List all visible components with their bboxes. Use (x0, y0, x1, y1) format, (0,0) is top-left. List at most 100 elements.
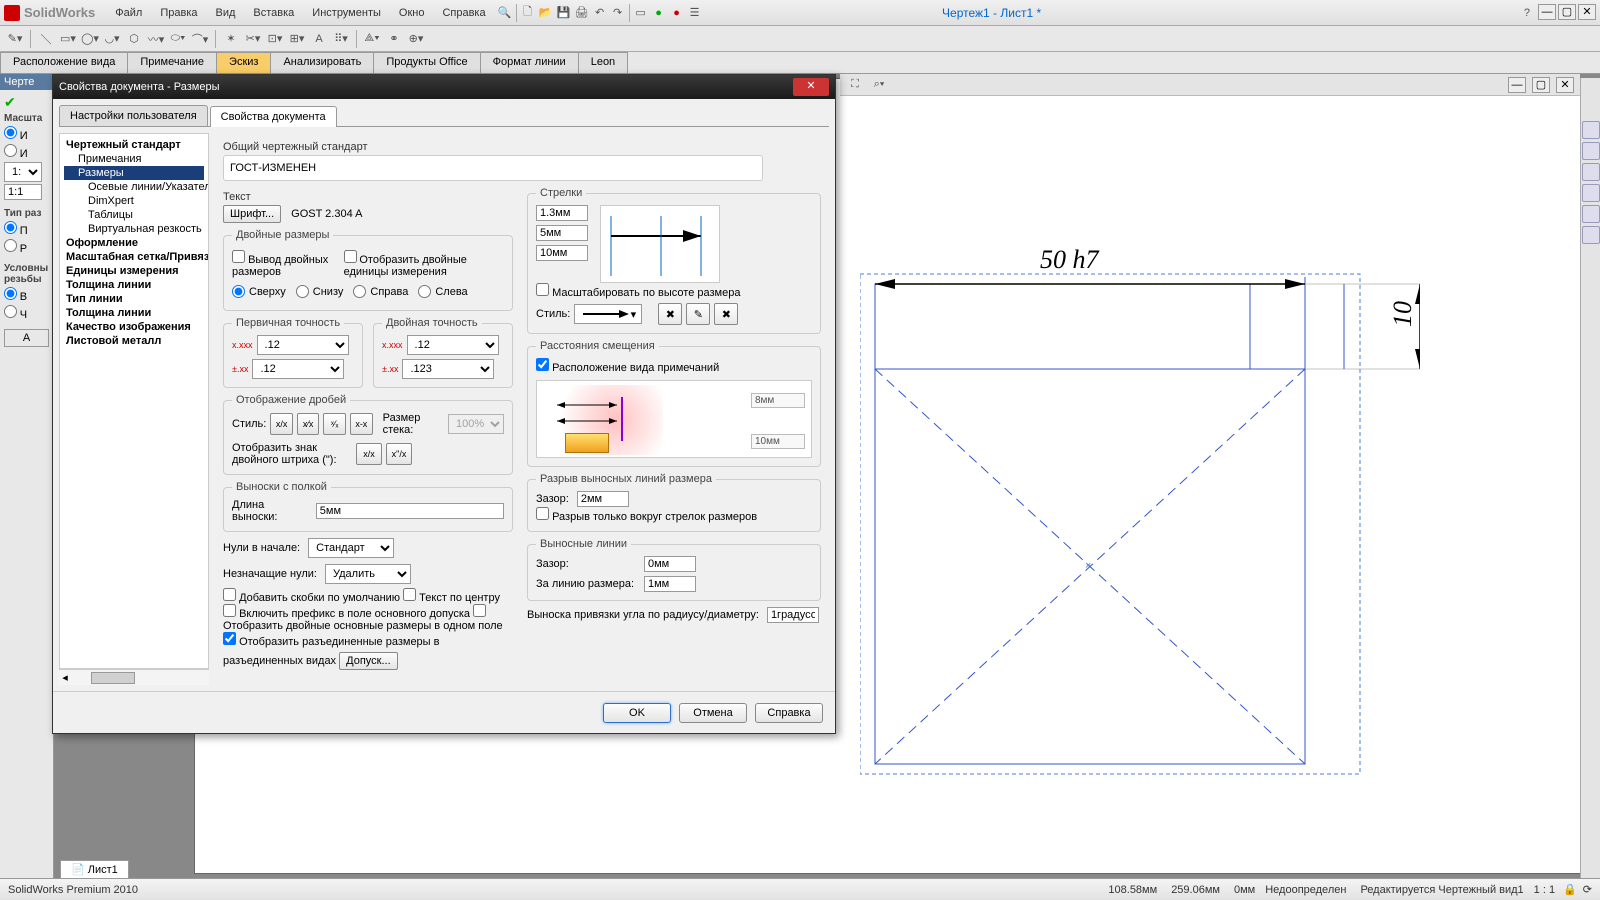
lead-zero-combo[interactable]: Стандарт (308, 538, 394, 558)
text-icon[interactable]: A (310, 30, 328, 48)
circle-icon[interactable]: ◯▾ (81, 30, 99, 48)
print-icon[interactable]: 🖨 (573, 4, 591, 22)
maximize-button[interactable]: ▢ (1558, 4, 1576, 20)
stack-size-combo[interactable]: 100% (448, 414, 504, 434)
search-icon[interactable]: 🔍 (496, 4, 514, 22)
gap-input[interactable] (577, 491, 629, 507)
prec2a-combo[interactable]: .12 (407, 335, 499, 355)
arrow-btn-3[interactable]: ✖ (714, 303, 738, 325)
tree-line-thickness2[interactable]: Толщина линии (64, 306, 204, 320)
dialog-titlebar[interactable]: Свойства документа - Размеры ✕ (53, 75, 835, 99)
custom-props-icon[interactable] (1582, 226, 1600, 244)
polygon-icon[interactable]: ⬡ (125, 30, 143, 48)
dimension-text-1[interactable]: 50 h7 (1040, 245, 1099, 275)
tree-virtual-sharps[interactable]: Виртуальная резкость (64, 222, 204, 236)
prec1b-combo[interactable]: .12 (252, 359, 344, 379)
radio-left[interactable]: Слева (418, 285, 467, 298)
tree-drafting-std[interactable]: Чертежный стандарт (64, 138, 204, 152)
prime-style-2[interactable]: x"/x (386, 443, 412, 465)
menu-window[interactable]: Окно (391, 4, 433, 22)
menu-help[interactable]: Справка (434, 4, 493, 22)
status-rebuild-icon[interactable]: ⟳ (1583, 883, 1592, 896)
tree-grid[interactable]: Масштабная сетка/Привязка (64, 250, 204, 264)
smart-dim-icon[interactable]: ✎▾ (6, 30, 24, 48)
undo-icon[interactable]: ↶ (591, 4, 609, 22)
chk-parentheses[interactable]: Добавить скобки по умолчанию (223, 592, 400, 604)
arc-icon[interactable]: ◡▾ (103, 30, 121, 48)
radio-custom-scale[interactable]: И (4, 144, 49, 160)
spline-icon[interactable]: 〰▾ (147, 30, 165, 48)
resources-icon[interactable] (1582, 121, 1600, 139)
options-icon[interactable]: ☰ (686, 4, 704, 22)
stop-icon[interactable]: ● (668, 4, 686, 22)
tree-line-style[interactable]: Тип линии (64, 292, 204, 306)
prec2b-combo[interactable]: .123 (402, 359, 494, 379)
arrow-size2[interactable] (536, 225, 588, 241)
fillet-icon[interactable]: ⌒▾ (191, 30, 209, 48)
beyond-input[interactable] (644, 576, 696, 592)
tree-units[interactable]: Единицы измерения (64, 264, 204, 278)
minimize-button[interactable]: — (1538, 4, 1556, 20)
menu-file[interactable]: Файл (107, 4, 150, 22)
menu-edit[interactable]: Правка (152, 4, 205, 22)
file-explorer-icon[interactable] (1582, 163, 1600, 181)
tree-image-quality[interactable]: Качество изображения (64, 320, 204, 334)
help-button[interactable]: Справка (755, 703, 823, 723)
new-icon[interactable]: 🗋 (519, 4, 537, 22)
trim-icon[interactable]: ✂▾ (244, 30, 262, 48)
dimension-text-2[interactable]: 10 (1388, 301, 1418, 327)
chk-center-text[interactable]: Текст по центру (403, 592, 500, 604)
chk-break-arrows[interactable]: Разрыв только вокруг стрелок размеров (536, 511, 757, 523)
arrow-style-combo[interactable]: ▾ (574, 304, 642, 324)
offset2-input[interactable] (751, 434, 805, 449)
tab-doc-props[interactable]: Свойства документа (210, 106, 337, 127)
ok-button[interactable]: OK (603, 703, 671, 723)
chk-show-dual[interactable]: Вывод двойных размеров (232, 250, 336, 278)
tree-line-thickness[interactable]: Толщина линии (64, 278, 204, 292)
scale-input[interactable] (4, 184, 42, 200)
tree-tables[interactable]: Таблицы (64, 208, 204, 222)
appearances-icon[interactable] (1582, 205, 1600, 223)
sheet-tab[interactable]: 📄 Лист1 (60, 860, 129, 878)
tab-line-format[interactable]: Формат линии (480, 52, 579, 73)
rebuild-icon[interactable]: ● (650, 4, 668, 22)
open-icon[interactable]: 📂 (537, 4, 555, 22)
redo-icon[interactable]: ↷ (609, 4, 627, 22)
pattern-icon[interactable]: ⠿▾ (332, 30, 350, 48)
offset1-input[interactable] (751, 393, 805, 408)
panel-button[interactable]: A (4, 329, 49, 347)
design-library-icon[interactable] (1582, 142, 1600, 160)
chk-annot-view[interactable]: Расположение вида примечаний (536, 362, 719, 374)
radio-bottom[interactable]: Снизу (296, 285, 344, 298)
radio-projected[interactable]: П (4, 221, 49, 237)
quick-snap-icon[interactable]: ⊕▾ (407, 30, 425, 48)
radio-hq[interactable]: В (4, 287, 49, 303)
menu-tools[interactable]: Инструменты (304, 4, 389, 22)
tree-sheet-metal[interactable]: Листовой металл (64, 334, 204, 348)
chk-broken-views[interactable]: Отобразить разъединенные размеры в разъе… (223, 636, 440, 667)
zoom-area-icon[interactable]: ⌕▾ (870, 76, 888, 94)
doc-minimize-button[interactable]: — (1508, 77, 1526, 93)
cancel-button[interactable]: Отмена (679, 703, 747, 723)
radio-right[interactable]: Справа (353, 285, 408, 298)
chk-prefix[interactable]: Включить префикс в поле основного допуск… (223, 608, 470, 620)
tree-annotations[interactable]: Примечания (64, 152, 204, 166)
tree-centerlines[interactable]: Осевые линии/Указатели (64, 180, 204, 194)
tolerance-button[interactable]: Допуск... (339, 652, 398, 670)
radio-draft[interactable]: Ч (4, 305, 49, 321)
point-icon[interactable]: ✶ (222, 30, 240, 48)
rect-icon[interactable]: ▭▾ (59, 30, 77, 48)
tab-view-layout[interactable]: Расположение вида (0, 52, 128, 73)
line-icon[interactable]: ＼ (37, 30, 55, 48)
dialog-close-button[interactable]: ✕ (793, 78, 829, 96)
tree-scrollbar[interactable]: ◂ (59, 669, 209, 685)
close-button[interactable]: ✕ (1578, 4, 1596, 20)
tree-detailing[interactable]: Оформление (64, 236, 204, 250)
status-lock-icon[interactable]: 🔒 (1563, 883, 1577, 896)
view-palette-icon[interactable] (1582, 184, 1600, 202)
help-icon[interactable]: ? (1518, 4, 1536, 22)
chk-dual-units[interactable]: Отобразить двойные единицы измерения (344, 250, 504, 278)
tab-evaluate[interactable]: Анализировать (270, 52, 374, 73)
arrow-btn-2[interactable]: ✎ (686, 303, 710, 325)
tab-annotation[interactable]: Примечание (127, 52, 217, 73)
